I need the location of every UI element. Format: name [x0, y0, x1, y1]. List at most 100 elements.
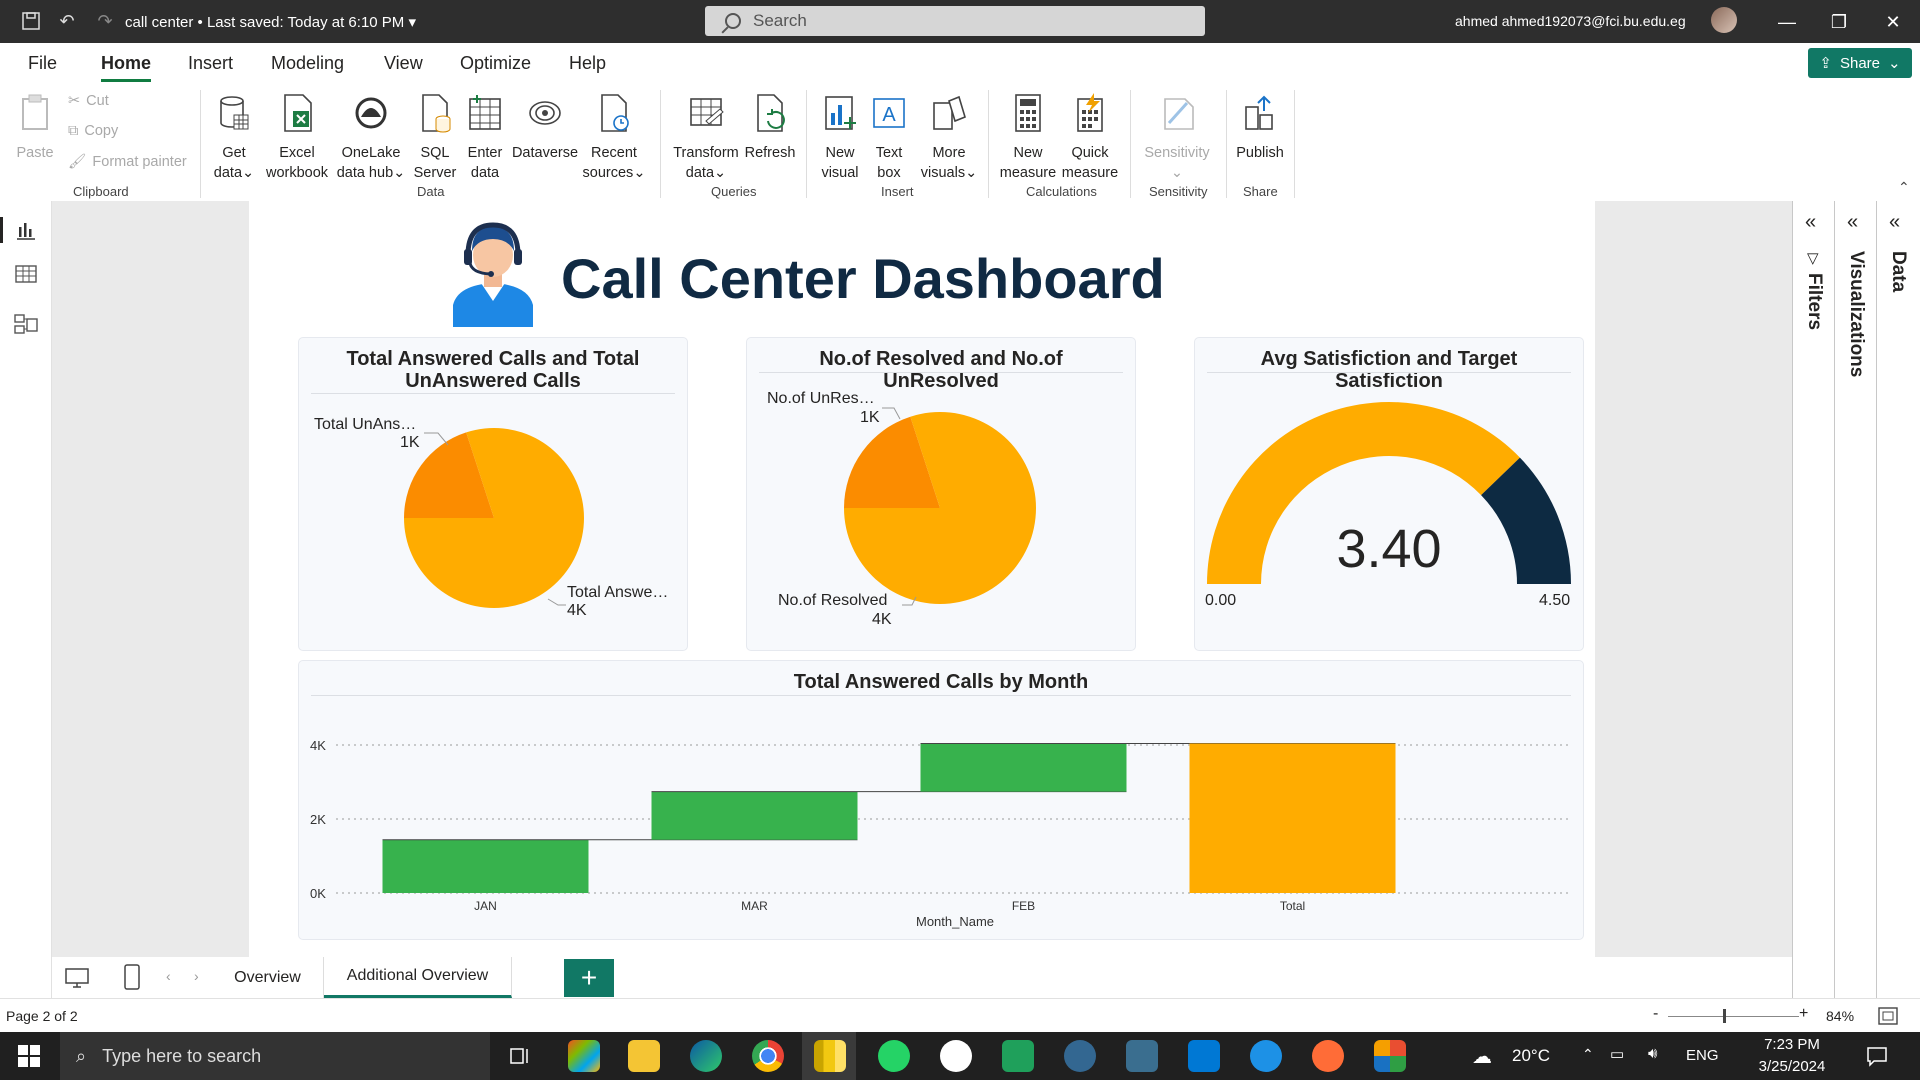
sensitivity-button[interactable]: Sensitivity ⌄ — [1138, 93, 1216, 183]
cut-button[interactable]: ✂ Cut — [68, 93, 109, 109]
data-pane[interactable]: « Data — [1876, 201, 1920, 998]
group-label-calculations: Calculations — [1026, 184, 1097, 199]
menu-view[interactable]: View — [384, 53, 423, 74]
share-button[interactable]: ⇪ Share ⌄ — [1808, 48, 1912, 78]
previous-page-icon[interactable]: ‹ — [166, 968, 171, 984]
waterfall-total-bar[interactable] — [1189, 743, 1396, 893]
clock-time[interactable]: 7:23 PM — [1752, 1036, 1832, 1053]
edge-app-icon[interactable] — [690, 1040, 722, 1072]
recent-sources-button[interactable]: Recent sources⌄ — [582, 93, 646, 183]
chevron-down-icon[interactable]: ▾ — [408, 14, 416, 31]
group-label-share: Share — [1243, 184, 1278, 199]
gauge-satisfaction[interactable] — [1194, 337, 1584, 651]
redo-icon[interactable]: ↷ — [94, 10, 116, 32]
tab-overview[interactable]: Overview — [212, 957, 324, 998]
avatar[interactable] — [1711, 7, 1737, 33]
ribbon-separator — [1130, 90, 1131, 198]
visualizations-pane[interactable]: « Visualizations — [1834, 201, 1876, 998]
user-account[interactable]: ahmed ahmed192073@fci.bu.edu.eg — [1455, 13, 1686, 29]
zoom-in-button[interactable]: + — [1799, 1005, 1808, 1023]
expand-icon[interactable]: « — [1805, 211, 1816, 234]
add-page-button[interactable]: + — [564, 959, 614, 997]
zoom-slider-thumb[interactable] — [1723, 1009, 1726, 1023]
save-icon[interactable] — [20, 10, 42, 32]
new-visual-button[interactable]: New visual — [814, 93, 866, 183]
waterfall-bar[interactable] — [920, 743, 1127, 792]
undo-icon[interactable]: ↶ — [56, 10, 78, 32]
notifications-icon[interactable] — [1866, 1045, 1888, 1067]
pie-chart-answered[interactable] — [298, 337, 688, 651]
clock-date[interactable]: 3/25/2024 — [1752, 1058, 1832, 1075]
vscode-app-icon[interactable] — [1188, 1040, 1220, 1072]
table-view-icon[interactable] — [13, 261, 39, 287]
expand-icon[interactable]: « — [1889, 211, 1900, 234]
copy-button[interactable]: ⧉ Copy — [68, 123, 118, 139]
filters-pane[interactable]: « ▽ Filters — [1792, 201, 1836, 998]
dataverse-button[interactable]: Dataverse — [510, 93, 580, 163]
text-box-button[interactable]: A Text box — [866, 93, 912, 183]
next-page-icon[interactable]: › — [194, 968, 199, 984]
whatsapp-app-icon[interactable] — [878, 1040, 910, 1072]
zoom-slider[interactable] — [1668, 1016, 1799, 1017]
chrome-app-icon[interactable] — [752, 1040, 784, 1072]
expand-icon[interactable]: « — [1847, 211, 1858, 234]
mysql-workbench-app-icon[interactable] — [1126, 1040, 1158, 1072]
menu-insert[interactable]: Insert — [188, 53, 233, 74]
windows-start-icon[interactable] — [18, 1045, 40, 1067]
refresh-button[interactable]: Refresh — [742, 93, 798, 163]
desktop-layout-icon[interactable] — [64, 965, 90, 991]
battery-icon[interactable]: ▭ — [1610, 1045, 1624, 1063]
format-painter-button[interactable]: 🖌 Format painter — [68, 153, 187, 171]
tray-chevron-icon[interactable]: ⌃ — [1582, 1046, 1594, 1063]
store-app-icon[interactable] — [568, 1040, 600, 1072]
excel-workbook-button[interactable]: Excel workbook — [262, 93, 332, 183]
weather-icon[interactable]: ☁ — [1472, 1044, 1492, 1069]
menu-optimize[interactable]: Optimize — [460, 53, 531, 74]
taskbar-search-input[interactable]: ⌕ Type here to search — [60, 1032, 490, 1080]
transform-data-button[interactable]: Transform data⌄ — [668, 93, 744, 183]
quick-measure-button[interactable]: Quick measure — [1058, 93, 1122, 183]
sql-server-button[interactable]: SQL Server — [410, 93, 460, 183]
tab-additional-overview[interactable]: Additional Overview — [324, 957, 512, 998]
postgresql-app-icon[interactable] — [1064, 1040, 1096, 1072]
fit-to-page-icon[interactable] — [1878, 1007, 1898, 1025]
get-data-button[interactable]: Get data⌄ — [208, 93, 260, 183]
close-button[interactable]: ✕ — [1878, 8, 1908, 36]
collapse-ribbon-icon[interactable]: ⌃ — [1898, 179, 1910, 196]
weather-temperature[interactable]: 20°C — [1512, 1046, 1550, 1066]
maximize-button[interactable]: ❐ — [1824, 8, 1854, 36]
file-explorer-app-icon[interactable] — [628, 1040, 660, 1072]
waterfall-bar[interactable] — [382, 839, 589, 893]
document-title[interactable]: call center • Last saved: Today at 6:10 … — [125, 13, 416, 31]
sql-server-icon — [422, 94, 451, 133]
menu-home[interactable]: Home — [101, 53, 152, 82]
new-visual-icon — [825, 96, 856, 130]
docker-app-icon[interactable] — [1250, 1040, 1282, 1072]
paste-button[interactable]: Paste — [12, 93, 58, 163]
new-measure-button[interactable]: New measure — [996, 93, 1060, 183]
power-bi-app-icon[interactable] — [814, 1040, 846, 1072]
mongodb-app-icon[interactable] — [940, 1040, 972, 1072]
menu-modeling[interactable]: Modeling — [271, 53, 344, 74]
minimize-button[interactable]: — — [1772, 8, 1802, 36]
zoom-out-button[interactable]: - — [1653, 1005, 1658, 1023]
search-input[interactable]: Search — [705, 6, 1205, 36]
volume-icon[interactable]: 🔊︎ — [1648, 1045, 1657, 1062]
onelake-data-hub-button[interactable]: OneLake data hub⌄ — [333, 93, 409, 183]
waterfall-bar[interactable] — [651, 791, 858, 840]
model-view-icon[interactable] — [13, 311, 39, 337]
more-visuals-button[interactable]: More visuals⌄ — [920, 93, 978, 183]
menu-help[interactable]: Help — [569, 53, 606, 74]
publish-button[interactable]: Publish — [1234, 93, 1286, 163]
gitkraken-app-icon[interactable] — [1374, 1040, 1406, 1072]
menu-file[interactable]: File — [28, 53, 57, 74]
input-language[interactable]: ENG — [1686, 1047, 1719, 1064]
speedtest-app-icon[interactable] — [1002, 1040, 1034, 1072]
postman-app-icon[interactable] — [1312, 1040, 1344, 1072]
calculator-icon — [1015, 94, 1041, 132]
report-view-icon[interactable] — [13, 217, 39, 243]
mobile-layout-icon[interactable] — [122, 963, 142, 991]
enter-data-button[interactable]: Enter data — [461, 93, 509, 183]
waterfall-chart[interactable]: JAN MAR FEB Total — [298, 660, 1584, 940]
task-view-icon[interactable] — [508, 1044, 532, 1068]
